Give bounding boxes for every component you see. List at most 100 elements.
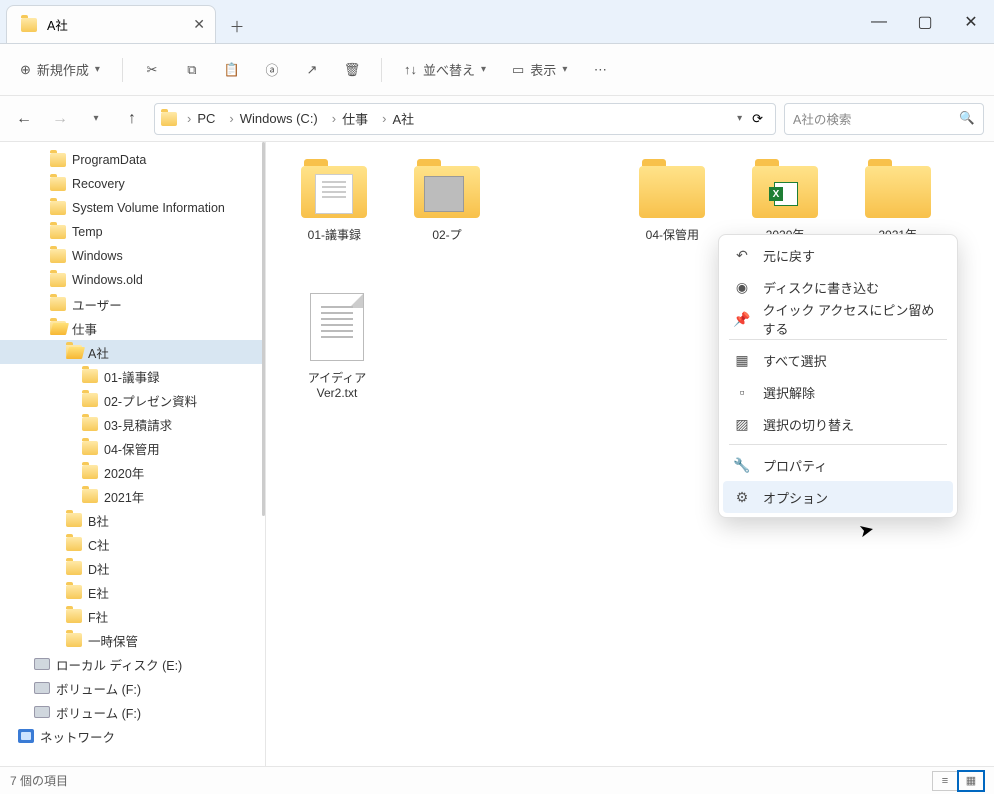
tree-item[interactable]: ユーザー [0, 292, 265, 316]
cut-button[interactable]: ✂ [135, 53, 169, 87]
tree-item[interactable]: B社 [0, 508, 265, 532]
folder-icon [66, 585, 82, 599]
paste-button[interactable]: 📋 [215, 53, 249, 87]
address-bar[interactable]: ›PC ›Windows (C:) ›仕事 ›A社 ▾ ⟳ [154, 103, 776, 135]
back-button[interactable]: ← [10, 105, 38, 133]
details-view-button[interactable]: ≡ [932, 771, 958, 791]
context-menu-item[interactable]: 📌クイック アクセスにピン留めする [723, 303, 953, 335]
menu-item-label: すべて選択 [763, 351, 827, 370]
folder-tile[interactable]: 01-議事録 [292, 166, 377, 243]
rename-icon: ⓐ [265, 60, 278, 79]
share-button[interactable]: ↗ [295, 53, 329, 87]
context-menu-item[interactable]: ◉ディスクに書き込む [723, 271, 953, 303]
folder-tile[interactable]: 2020年 [743, 166, 828, 243]
close-window-button[interactable]: ✕ [948, 0, 994, 43]
tree-item[interactable]: 仕事 [0, 316, 265, 340]
chevron-down-icon: ▾ [93, 113, 98, 124]
new-tab-button[interactable]: ＋ [220, 9, 254, 43]
tree-item[interactable]: Recovery [0, 172, 265, 196]
recent-button[interactable]: ▾ [82, 105, 110, 133]
menu-item-icon: 📌 [733, 310, 750, 328]
menu-item-icon: ↶ [733, 246, 751, 264]
tree-item[interactable]: 04-保管用 [0, 436, 265, 460]
tree-item[interactable]: ボリューム (F:) [0, 700, 265, 724]
menu-item-label: 元に戻す [763, 246, 815, 265]
menu-item-icon: ⚙ [733, 488, 751, 506]
tree-item[interactable]: 01-議事録 [0, 364, 265, 388]
tree-item[interactable]: 一時保管 [0, 628, 265, 652]
forward-button[interactable]: → [46, 105, 74, 133]
search-input[interactable]: A社の検索 🔍 [784, 103, 984, 135]
tree-item[interactable]: F社 [0, 604, 265, 628]
crumb-pc[interactable]: PC [197, 111, 215, 126]
context-menu-item[interactable]: ▫選択解除 [723, 376, 953, 408]
delete-button[interactable]: 🗑 [335, 53, 369, 87]
crumb-drive[interactable]: Windows (C:) [240, 111, 318, 126]
navbar: ← → ▾ ↑ ›PC ›Windows (C:) ›仕事 ›A社 ▾ ⟳ A社… [0, 96, 994, 142]
tree-item[interactable]: System Volume Information [0, 196, 265, 220]
view-button[interactable]: ▭ 表示 ▾ [502, 53, 577, 87]
folder-icon [50, 201, 66, 215]
new-button[interactable]: ⊕ 新規作成 ▾ [10, 53, 110, 87]
copy-button[interactable]: ⧉ [175, 53, 209, 87]
drive-icon [34, 658, 50, 670]
context-menu-item[interactable]: ↶ 元に戻す [723, 239, 953, 271]
tree-item[interactable]: D社 [0, 556, 265, 580]
sort-icon: ↑↓ [404, 62, 417, 77]
context-menu-item[interactable]: ⚙ オプション [723, 481, 953, 513]
tree-item[interactable]: A社 [0, 340, 265, 364]
close-tab-icon[interactable]: ✕ [193, 16, 205, 33]
content-pane[interactable]: 01-議事録02-プ04-保管用2020年2021年アイディアVer2.txt … [266, 142, 994, 766]
more-icon: ⋯ [594, 62, 607, 78]
folder-tile[interactable]: 2021年 [855, 166, 940, 243]
context-menu-item[interactable]: 🔧プロパティ [723, 449, 953, 481]
tree-item[interactable]: Temp [0, 220, 265, 244]
more-button[interactable]: ⋯ [583, 53, 617, 87]
tree-item[interactable]: ボリューム (F:) [0, 676, 265, 700]
up-button[interactable]: ↑ [118, 105, 146, 133]
tree-item[interactable]: 2020年 [0, 460, 265, 484]
tree-item-label: 03-見積請求 [104, 415, 172, 434]
maximize-button[interactable]: ▢ [902, 0, 948, 43]
tree-item[interactable]: C社 [0, 532, 265, 556]
context-menu-item[interactable]: ▨選択の切り替え [723, 408, 953, 440]
tree-item[interactable]: 02-プレゼン資料 [0, 388, 265, 412]
tree-item[interactable]: 03-見積請求 [0, 412, 265, 436]
sort-label: 並べ替え [423, 60, 475, 79]
tree-item-label: Windows [72, 249, 123, 263]
view-icon: ▭ [512, 62, 524, 78]
context-menu-item[interactable]: ▦すべて選択 [723, 344, 953, 376]
minimize-button[interactable]: — [856, 0, 902, 43]
folder-tile[interactable]: 02-プ [405, 166, 490, 243]
icons-view-button[interactable]: ▦ [958, 771, 984, 791]
tab-current[interactable]: A社 ✕ [6, 5, 216, 43]
menu-item-label: オプション [763, 488, 828, 507]
tree-view[interactable]: ProgramDataRecoverySystem Volume Informa… [0, 142, 266, 766]
tree-item[interactable]: ProgramData [0, 148, 265, 172]
crumb-current[interactable]: A社 [392, 109, 414, 128]
chevron-down-icon: ▾ [562, 64, 567, 75]
chevron-down-icon: ▾ [95, 64, 100, 75]
chevron-down-icon[interactable]: ▾ [737, 113, 742, 124]
sort-button[interactable]: ↑↓ 並べ替え ▾ [394, 53, 496, 87]
folder-icon [66, 633, 82, 647]
refresh-icon[interactable]: ⟳ [746, 111, 769, 127]
file-tile[interactable]: アイディアVer2.txt [292, 293, 382, 400]
tree-item[interactable]: E社 [0, 580, 265, 604]
folder-open-icon [66, 345, 82, 359]
tab-title: A社 [47, 15, 68, 34]
folder-icon [865, 166, 931, 218]
tree-item[interactable]: Windows [0, 244, 265, 268]
folder-tile[interactable]: 04-保管用 [630, 166, 715, 243]
tree-item[interactable]: 2021年 [0, 484, 265, 508]
tree-item-label: ボリューム (F:) [56, 703, 141, 722]
tree-item-label: 04-保管用 [104, 439, 160, 458]
crumb-folder[interactable]: 仕事 [342, 109, 368, 128]
tree-item[interactable]: ネットワーク [0, 724, 265, 748]
tree-item[interactable]: Windows.old [0, 268, 265, 292]
scrollbar[interactable] [262, 142, 265, 516]
folder-icon [50, 297, 66, 311]
status-bar: 7 個の項目 ≡ ▦ [0, 766, 994, 794]
rename-button[interactable]: ⓐ [255, 53, 289, 87]
tree-item[interactable]: ローカル ディスク (E:) [0, 652, 265, 676]
